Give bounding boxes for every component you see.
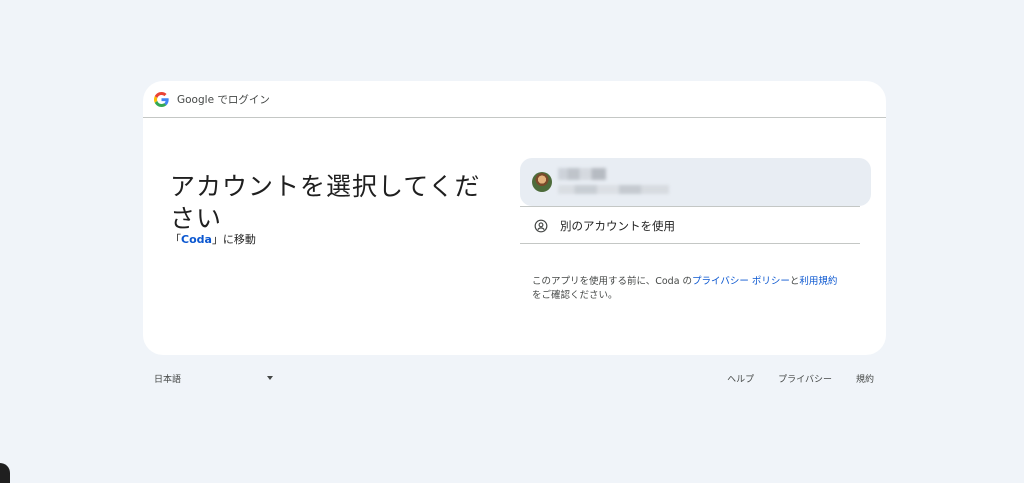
card-header: Google でログイン [143, 81, 886, 118]
disclaimer-before: このアプリを使用する前に、Coda の [532, 276, 693, 287]
google-logo-icon [154, 92, 169, 107]
use-another-account-button[interactable]: 別のアカウントを使用 [520, 207, 860, 243]
continue-to-app: 「Coda」に移動 [170, 233, 256, 247]
use-another-account-label: 別のアカウントを使用 [560, 219, 675, 233]
page-title: アカウントを選択してください [170, 171, 481, 233]
language-selector[interactable]: 日本語 [154, 372, 181, 385]
divider [520, 243, 860, 244]
terms-footer-link[interactable]: 規約 [856, 372, 874, 385]
header-label: でログイン [217, 94, 270, 106]
chevron-down-icon[interactable] [267, 376, 273, 380]
signin-card: Google でログイン アカウントを選択してください 「Coda」に移動 別の… [143, 81, 886, 355]
header-brand: Google [177, 94, 215, 106]
continue-suffix: 」に移動 [211, 233, 256, 246]
app-name-link[interactable]: Coda [181, 233, 212, 246]
window-corner [0, 463, 10, 483]
footer: 日本語 ヘルプ プライバシー 規約 [143, 368, 886, 388]
person-circle-icon [534, 219, 548, 233]
account-email-blurred [558, 185, 669, 194]
privacy-link[interactable]: プライバシー [778, 372, 832, 385]
disclaimer-and: と [789, 276, 800, 287]
avatar [532, 172, 552, 192]
account-item[interactable] [520, 158, 871, 206]
help-link[interactable]: ヘルプ [727, 372, 754, 385]
disclaimer-text: このアプリを使用する前に、Coda のプライバシー ポリシーと利用規約をご確認く… [532, 275, 862, 303]
continue-prefix: 「 [170, 233, 181, 246]
account-name-blurred [558, 168, 606, 180]
disclaimer-after: をご確認ください。 [532, 290, 618, 301]
terms-link[interactable]: 利用規約 [799, 276, 837, 287]
header-text: Google でログイン [177, 93, 270, 107]
privacy-policy-link[interactable]: プライバシー ポリシー [692, 276, 790, 287]
footer-links: ヘルプ プライバシー 規約 [727, 372, 874, 385]
